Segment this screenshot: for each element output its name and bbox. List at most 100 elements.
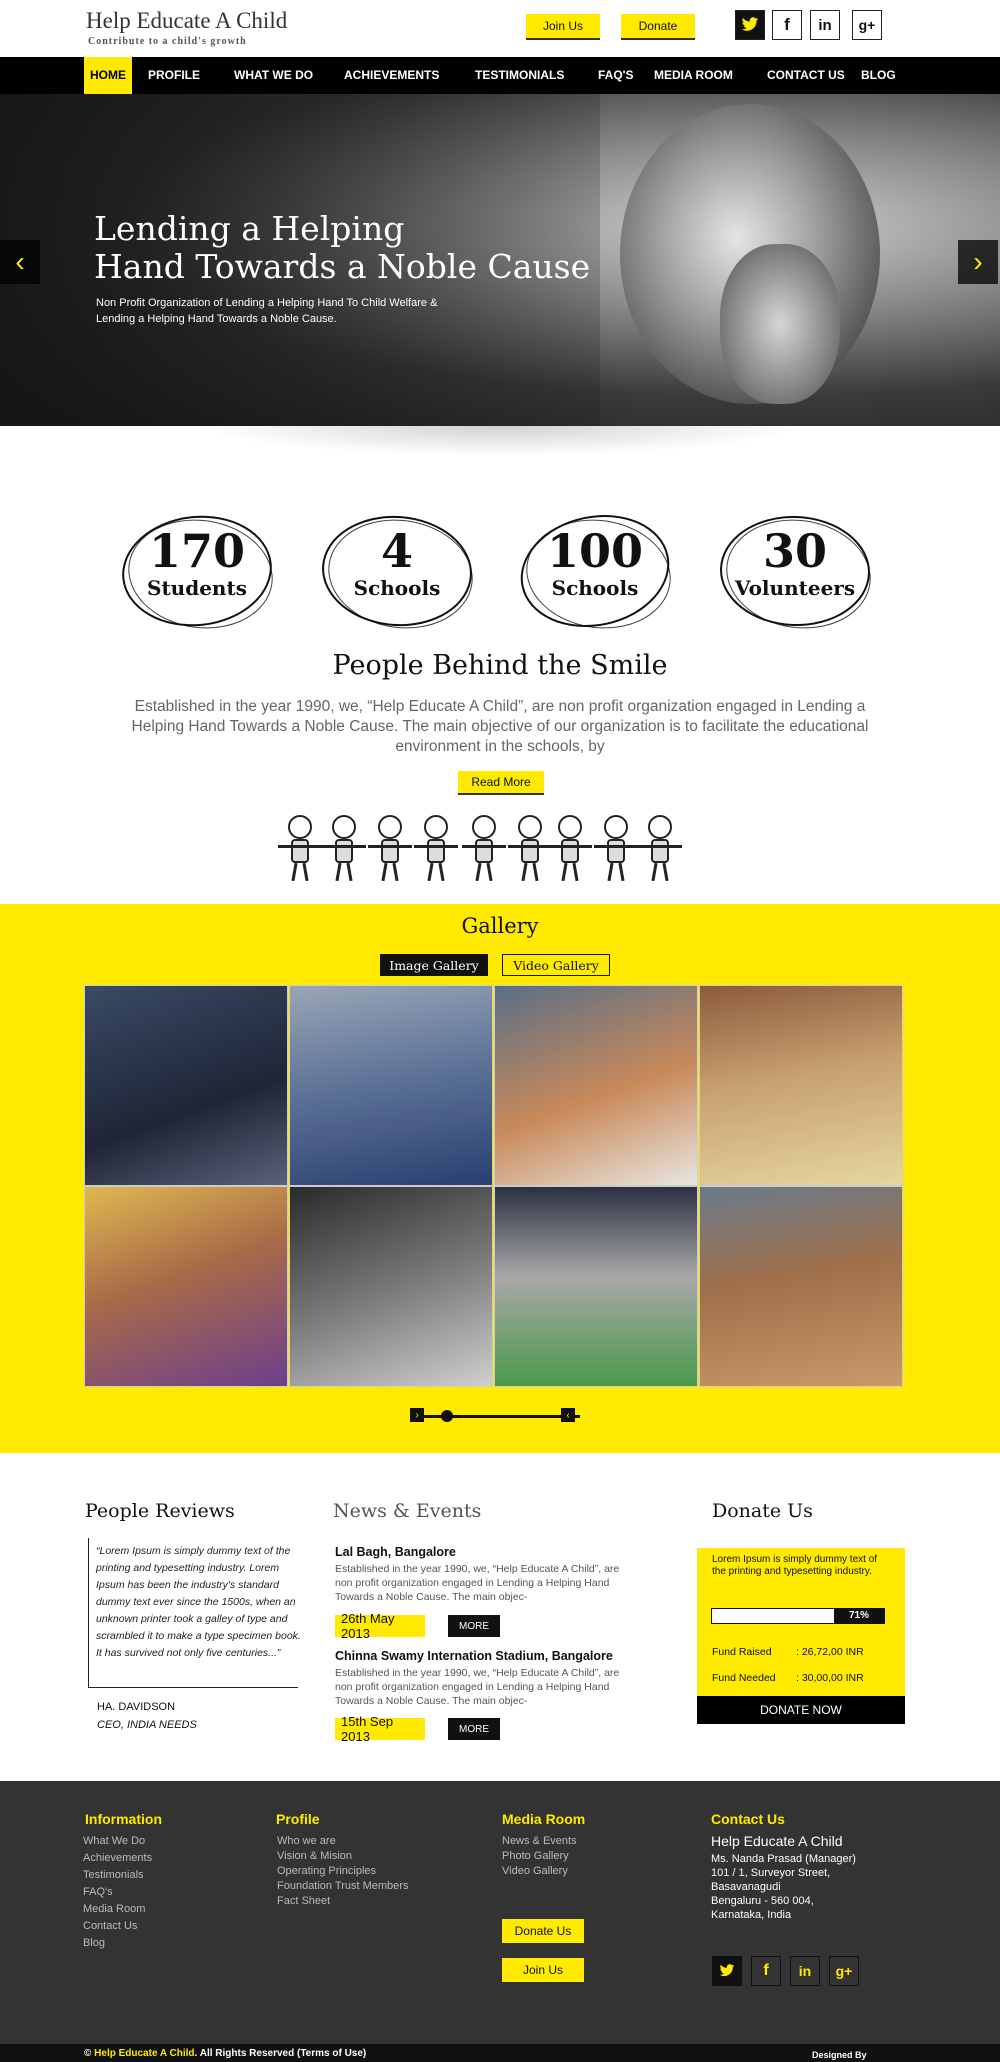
news-more-button[interactable]: MORE [448, 1718, 500, 1740]
footer-link[interactable]: What We Do [83, 1835, 145, 1847]
news-item-title[interactable]: Chinna Swamy Internation Stadium, Bangal… [335, 1649, 613, 1663]
donate-title: Donate Us [712, 1500, 813, 1522]
gallery-photo[interactable] [84, 985, 288, 1186]
news-item-date: 26th May 2013 [335, 1611, 425, 1641]
footer-link[interactable]: Video Gallery [502, 1865, 568, 1877]
kid-figure [322, 815, 366, 885]
nav-home[interactable]: HOME [84, 57, 132, 94]
donate-text: Lorem Ipsum is simply dummy text of the … [712, 1554, 878, 1577]
gallery-photo[interactable] [289, 985, 493, 1186]
tab-image-gallery[interactable]: Image Gallery [380, 954, 488, 976]
footer-link[interactable]: Media Room [83, 1903, 145, 1915]
kid-figure [278, 815, 322, 885]
facebook-icon[interactable]: f [772, 10, 802, 40]
contact-org: Help Educate A Child [711, 1833, 843, 1849]
footer-link[interactable]: Operating Principles [277, 1865, 376, 1877]
footer-link[interactable]: Achievements [83, 1852, 152, 1864]
footer-information-title: Information [85, 1811, 162, 1827]
footer-profile-title: Profile [276, 1811, 320, 1827]
kid-figure [548, 815, 592, 885]
gallery-section: Gallery Image Gallery Video Gallery › ‹ [0, 904, 1000, 1453]
hero-title: Lending a Helping Hand Towards a Noble C… [94, 210, 590, 286]
gallery-photo[interactable] [699, 985, 903, 1186]
contact-line: Basavanagudi [711, 1881, 781, 1893]
footer-link[interactable]: Contact Us [83, 1920, 137, 1932]
stat-schools-2: 100 Schools [510, 501, 680, 641]
site-header: Help Educate A Child Contribute to a chi… [0, 0, 1000, 57]
main-nav: HOME PROFILE WHAT WE DO ACHIEVEMENTS TES… [0, 57, 1000, 94]
nav-blog[interactable]: BLOG [861, 57, 896, 94]
footer-link[interactable]: Photo Gallery [502, 1850, 569, 1862]
donation-progress-fill [712, 1609, 835, 1623]
linkedin-icon[interactable]: in [810, 10, 840, 40]
logo-tagline: Contribute to a child's growth [88, 36, 247, 47]
news-title: News & Events [333, 1500, 482, 1522]
fund-needed-label: Fund Needed [712, 1672, 776, 1684]
footer-donate-button[interactable]: Donate Us [502, 1919, 584, 1943]
gallery-slider-handle[interactable] [441, 1410, 453, 1422]
nav-media-room[interactable]: MEDIA ROOM [654, 57, 733, 94]
gallery-photo[interactable] [84, 1186, 288, 1387]
stat-label: Students [147, 576, 247, 600]
footer-link[interactable]: Blog [83, 1937, 105, 1949]
footer-link[interactable]: Testimonials [83, 1869, 144, 1881]
gallery-photo[interactable] [494, 985, 698, 1186]
news-item-title[interactable]: Lal Bagh, Bangalore [335, 1545, 456, 1559]
footer-facebook-icon[interactable]: f [751, 1956, 781, 1986]
review-author: HA. DAVIDSON [97, 1701, 176, 1713]
stat-students: 170 Students [116, 508, 280, 638]
footer-media-title: Media Room [502, 1811, 586, 1827]
nav-profile[interactable]: PROFILE [148, 57, 200, 94]
gallery-photo[interactable] [289, 1186, 493, 1387]
footer-link[interactable]: Vision & Mision [277, 1850, 352, 1862]
footer-contact-title: Contact Us [711, 1811, 785, 1827]
stat-number: 30 [762, 524, 827, 578]
copyright-brand[interactable]: Help Educate A Child [94, 2048, 194, 2059]
stat-schools: 4 Schools [318, 510, 480, 638]
copyright-text: © Help Educate A Child. All Rights Reser… [84, 2048, 366, 2059]
contact-line: Karnataka, India [711, 1909, 792, 1921]
stat-number: 100 [546, 524, 644, 578]
news-more-button[interactable]: MORE [448, 1615, 500, 1637]
read-more-button[interactable]: Read More [458, 771, 544, 795]
footer-link[interactable]: FAQ's [83, 1886, 113, 1898]
review-author-role: CEO, INDIA NEEDS [97, 1719, 197, 1731]
contact-line: Bengaluru - 560 004, [711, 1895, 814, 1907]
twitter-icon[interactable] [735, 10, 765, 40]
gallery-title: Gallery [461, 914, 539, 938]
footer-link[interactable]: Fact Sheet [277, 1895, 330, 1907]
hero-title-line2: Hand Towards a Noble Cause [94, 247, 591, 286]
nav-testimonials[interactable]: TESTIMONIALS [475, 57, 564, 94]
stat-label: Schools [353, 576, 441, 600]
join-us-button[interactable]: Join Us [526, 14, 600, 40]
footer-link[interactable]: News & Events [502, 1835, 577, 1847]
hero-next-icon[interactable]: › [958, 240, 998, 284]
footer-link[interactable]: Foundation Trust Members [277, 1880, 408, 1892]
about-text: Established in the year 1990, we, “Help … [131, 698, 869, 755]
gallery-photo[interactable] [494, 1186, 698, 1387]
news-item-body: Established in the year 1990, we, “Help … [335, 1667, 620, 1707]
gallery-photo[interactable] [699, 1186, 903, 1387]
footer-link[interactable]: Who we are [277, 1835, 336, 1847]
donate-now-button[interactable]: DONATE NOW [697, 1696, 905, 1724]
gallery-slider-next-icon[interactable]: ‹ [561, 1408, 575, 1422]
hero-title-line1: Lending a Helping [94, 209, 405, 248]
nav-achievements[interactable]: ACHIEVEMENTS [344, 57, 439, 94]
nav-contact-us[interactable]: CONTACT US [767, 57, 845, 94]
tab-video-gallery[interactable]: Video Gallery [502, 954, 610, 976]
footer-google-plus-icon[interactable]: g+ [829, 1956, 859, 1986]
hero-prev-icon[interactable]: ‹ [0, 240, 40, 284]
gallery-slider-prev-icon[interactable]: › [410, 1408, 424, 1422]
logo-title[interactable]: Help Educate A Child [86, 8, 287, 34]
footer-join-button[interactable]: Join Us [502, 1958, 584, 1982]
footer-linkedin-icon[interactable]: in [790, 1956, 820, 1986]
nav-what-we-do[interactable]: WHAT WE DO [234, 57, 313, 94]
stat-number: 170 [148, 524, 246, 578]
donation-progress-bar: 71% [711, 1607, 885, 1624]
reviews-title: People Reviews [85, 1500, 235, 1522]
footer-twitter-icon[interactable] [712, 1956, 742, 1986]
google-plus-icon[interactable]: g+ [852, 10, 882, 40]
nav-faqs[interactable]: FAQ'S [598, 57, 634, 94]
donate-button[interactable]: Donate [621, 14, 695, 40]
review-quote: “Lorem Ipsum is simply dummy text of the… [96, 1545, 301, 1659]
